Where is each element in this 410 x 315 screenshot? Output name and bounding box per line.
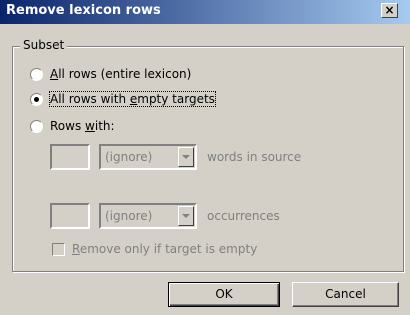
dialog-title: Remove lexicon rows bbox=[6, 3, 161, 18]
words-in-source-label: words in source bbox=[207, 150, 302, 164]
close-icon: × bbox=[384, 3, 395, 17]
radio-all-rows-indicator[interactable] bbox=[30, 68, 43, 81]
cancel-button[interactable]: Cancel bbox=[292, 282, 399, 307]
occurrences-select-value: (ignore) bbox=[105, 209, 153, 223]
chevron-down-icon[interactable] bbox=[178, 147, 194, 167]
occurrences-select[interactable]: (ignore) bbox=[99, 203, 197, 229]
radio-empty-targets-indicator[interactable] bbox=[30, 93, 43, 106]
remove-only-if-empty-checkbox[interactable] bbox=[52, 243, 65, 256]
subset-legend: Subset bbox=[20, 38, 68, 52]
remove-lexicon-rows-dialog: Remove lexicon rows × Subset All rows (e… bbox=[0, 0, 410, 315]
source-words-select[interactable]: (ignore) bbox=[99, 144, 197, 170]
radio-all-rows-label: All rows (entire lexicon) bbox=[50, 67, 192, 81]
radio-empty-targets-label: All rows with empty targets bbox=[49, 91, 216, 107]
chevron-down-icon[interactable] bbox=[178, 206, 194, 226]
title-bar: Remove lexicon rows × bbox=[0, 0, 410, 24]
occurrences-count-input[interactable] bbox=[50, 203, 90, 229]
radio-rows-with-label: Rows with: bbox=[50, 119, 115, 133]
remove-only-if-empty-label: Remove only if target is empty bbox=[72, 242, 258, 256]
source-words-count-input[interactable] bbox=[50, 144, 90, 170]
occurrences-label: occurrences bbox=[207, 209, 280, 223]
ok-button[interactable]: OK bbox=[168, 282, 280, 307]
close-button[interactable]: × bbox=[381, 3, 398, 18]
source-words-select-value: (ignore) bbox=[105, 150, 153, 164]
radio-rows-with-indicator[interactable] bbox=[30, 120, 43, 133]
